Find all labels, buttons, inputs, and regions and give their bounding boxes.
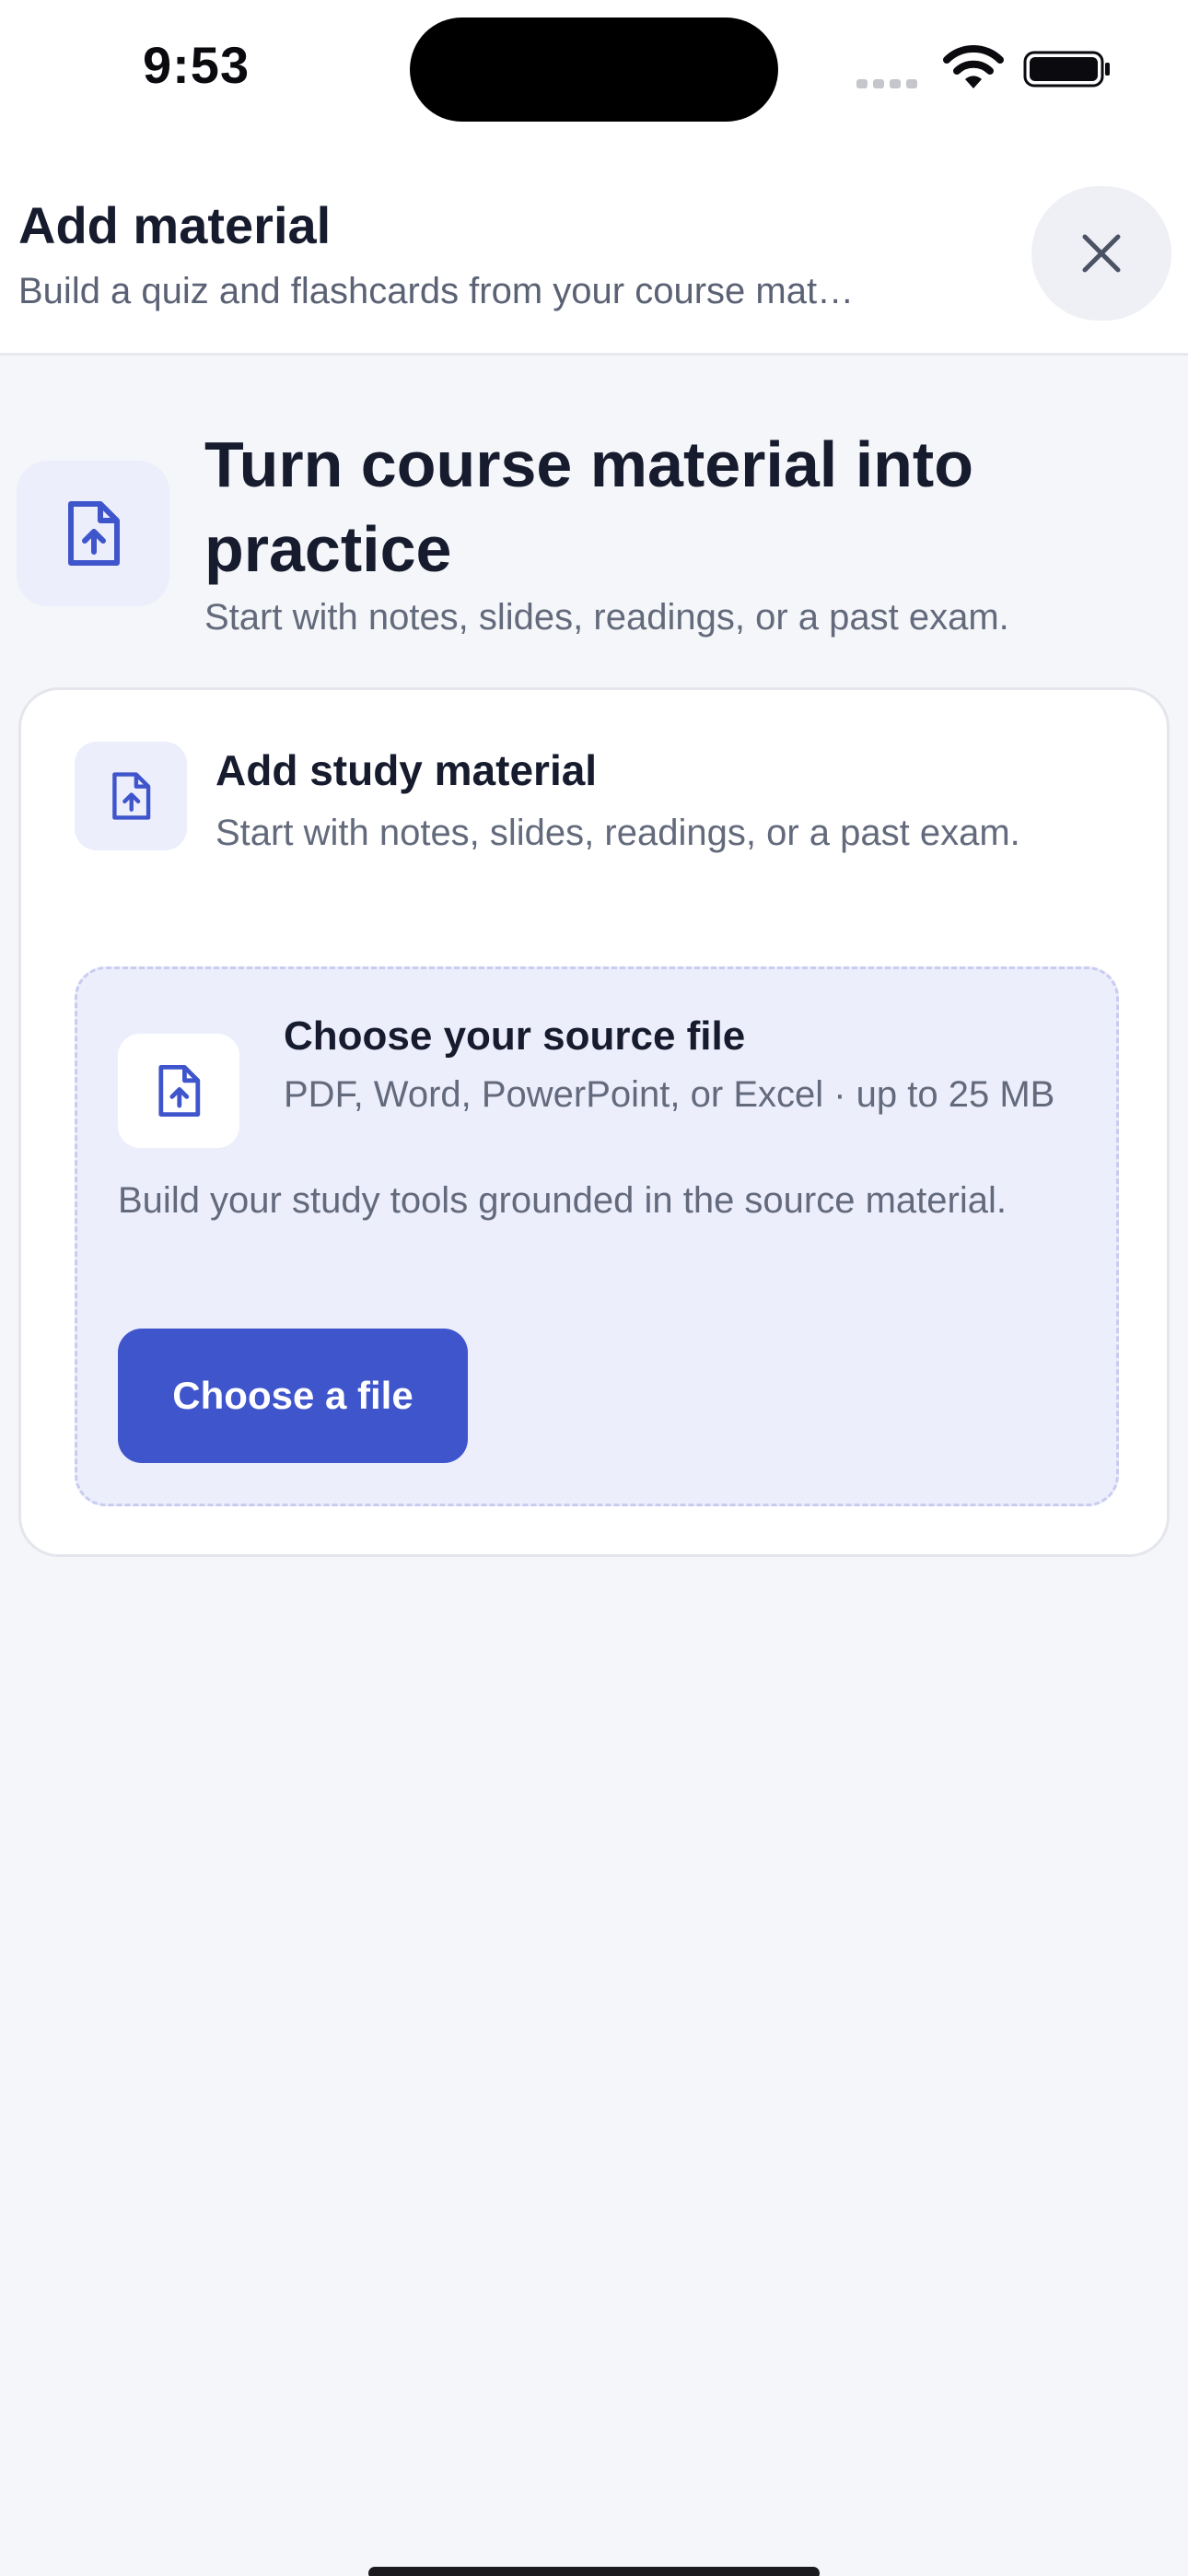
battery-icon: [1023, 51, 1110, 88]
cellular-signal-icon: [856, 76, 923, 93]
file-upload-icon: [68, 501, 120, 566]
file-upload-icon: [158, 1065, 201, 1118]
hero-icon-box: [17, 461, 169, 606]
page-subtitle: Build a quiz and flashcards from your co…: [18, 271, 855, 311]
close-button[interactable]: [1031, 186, 1171, 321]
choose-file-button[interactable]: Choose a file: [118, 1329, 468, 1463]
dropzone-icon-box: [118, 1034, 239, 1148]
page-title: Add material: [18, 196, 332, 254]
dropzone-formats: PDF, Word, PowerPoint, or Excel · up to …: [284, 1074, 1055, 1115]
status-time: 9:53: [143, 36, 250, 94]
screen: 9:53 Add material Build a quiz and flash…: [0, 0, 1188, 2576]
file-upload-icon: [112, 772, 151, 820]
dropzone-description: Build your study tools grounded in the s…: [118, 1180, 1007, 1221]
file-dropzone[interactable]: Choose your source file PDF, Word, Power…: [75, 966, 1119, 1506]
card-icon-box: [75, 742, 187, 850]
card-title: Add study material: [215, 746, 598, 794]
hero-title: Turn course material into practice: [204, 428, 973, 585]
status-bar: 9:53: [0, 0, 1188, 138]
study-material-card: Add study material Start with notes, sli…: [18, 687, 1170, 1557]
hero-subtitle: Start with notes, slides, readings, or a…: [204, 597, 1009, 638]
wifi-icon: [943, 45, 1004, 88]
close-icon: [1082, 234, 1121, 273]
dropzone-title: Choose your source file: [284, 1013, 746, 1059]
dynamic-island: [410, 18, 778, 122]
card-description: Start with notes, slides, readings, or a…: [215, 813, 1020, 853]
sheet-header: Add material Build a quiz and flashcards…: [0, 138, 1188, 356]
home-indicator: [368, 2567, 820, 2576]
